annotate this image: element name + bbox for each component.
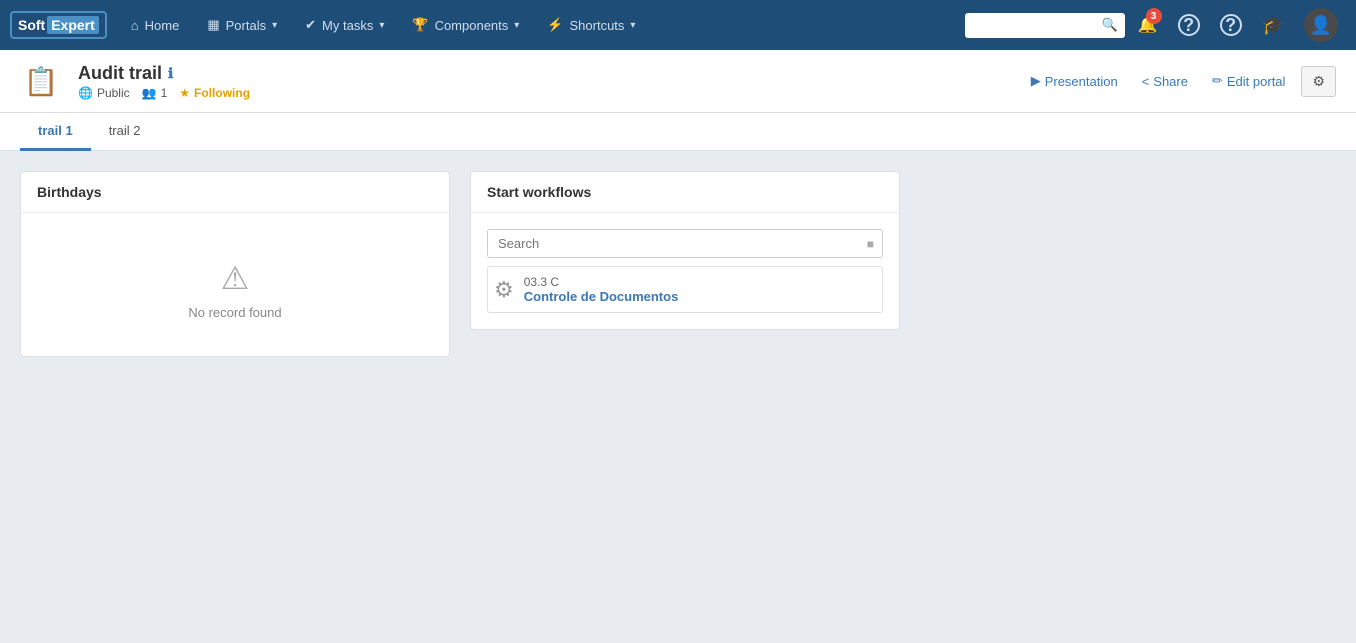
info-button[interactable]: ?: [1212, 0, 1250, 50]
birthdays-widget: Birthdays ⚠ No record found: [20, 171, 450, 357]
workflow-name: Controle de Documentos: [524, 289, 679, 304]
nav-portals-label: Portals: [226, 18, 266, 33]
visibility-label: Public: [97, 86, 130, 100]
logo-soft: Soft: [18, 17, 45, 33]
birthdays-widget-body: ⚠ No record found: [21, 213, 449, 356]
nav-mytasks-label: My tasks: [322, 18, 373, 33]
workflows-widget: Start workflows ■ ⚙ 03.3 C Controle de D…: [470, 171, 900, 330]
gear-icon: ⚙: [1312, 73, 1325, 89]
star-icon: ★: [179, 86, 190, 100]
notification-badge: 3: [1146, 8, 1162, 24]
logo[interactable]: Soft Expert: [10, 11, 107, 39]
search-container[interactable]: 🔍: [957, 0, 1125, 50]
followers-count: 1: [161, 86, 168, 100]
followers-icon: 👥: [142, 86, 157, 100]
share-button[interactable]: < Share: [1134, 70, 1196, 93]
workflow-info: 03.3 C Controle de Documentos: [524, 275, 679, 304]
graduation-icon: 🎓: [1262, 15, 1284, 36]
workflows-title: Start workflows: [487, 184, 591, 200]
audit-trail-icon: 📋: [24, 65, 59, 98]
chevron-down-icon: ▾: [272, 20, 277, 31]
workflow-code: 03.3 C: [524, 275, 679, 289]
search-icon: 🔍: [1101, 17, 1117, 33]
nav-components-label: Components: [435, 18, 509, 33]
workflow-search-bar[interactable]: ■: [487, 229, 883, 258]
followers-item[interactable]: 👥 1: [142, 86, 168, 100]
notifications-button[interactable]: 🔔 3: [1130, 0, 1166, 50]
trophy-icon: 🏆: [412, 17, 428, 33]
nav-components[interactable]: 🏆 Components ▾: [400, 0, 531, 50]
workflows-widget-body: ■ ⚙ 03.3 C Controle de Documentos: [471, 213, 899, 329]
edit-portal-label: Edit portal: [1227, 74, 1286, 89]
tab-trail-1[interactable]: trail 1: [20, 113, 91, 151]
birthdays-title: Birthdays: [37, 184, 102, 200]
tabs-bar: trail 1 trail 2: [0, 113, 1356, 151]
bolt-icon: ⚡: [547, 17, 563, 33]
settings-button[interactable]: ⚙: [1301, 66, 1336, 97]
tab-trail-2-label: trail 2: [109, 123, 141, 138]
visibility-item: 🌐 Public: [78, 86, 130, 100]
nav-mytasks[interactable]: ✔ My tasks ▾: [293, 0, 396, 50]
nav-shortcuts[interactable]: ⚡ Shortcuts ▾: [535, 0, 647, 50]
logo-expert: Expert: [47, 16, 99, 34]
workflow-item[interactable]: ⚙ 03.3 C Controle de Documentos: [487, 266, 883, 313]
pencil-icon: ✏: [1212, 73, 1223, 89]
presentation-icon: ▶: [1031, 73, 1041, 89]
no-record-text: No record found: [188, 305, 281, 320]
workflow-search-input[interactable]: [488, 230, 859, 257]
header-title: Audit trail ℹ: [78, 63, 250, 84]
globe-icon: 🌐: [78, 86, 93, 100]
chevron-down-icon2: ▾: [379, 20, 384, 31]
nav-portals[interactable]: ▦ Portals ▾: [195, 0, 289, 50]
workflow-search-icon: ■: [859, 237, 882, 251]
check-icon: ✔: [305, 17, 316, 33]
avatar: 👤: [1304, 8, 1338, 42]
birthdays-widget-header: Birthdays: [21, 172, 449, 213]
workflows-widget-header: Start workflows: [471, 172, 899, 213]
no-record-container: ⚠ No record found: [37, 229, 433, 340]
chevron-down-icon3: ▾: [514, 20, 519, 31]
tab-trail-1-label: trail 1: [38, 123, 73, 138]
header-meta: 🌐 Public 👥 1 ★ Following: [78, 86, 250, 100]
page-icon: 📋: [20, 60, 62, 102]
home-icon: ⌂: [131, 18, 139, 33]
share-icon: <: [1142, 74, 1150, 89]
user-avatar-button[interactable]: 👤: [1296, 0, 1346, 50]
header-bar: 📋 Audit trail ℹ 🌐 Public 👥 1 ★ Following: [0, 50, 1356, 113]
share-label: Share: [1153, 74, 1188, 89]
workflow-gear-icon: ⚙: [494, 277, 514, 303]
info-circle-icon[interactable]: ℹ: [168, 65, 173, 82]
following-item[interactable]: ★ Following: [179, 86, 250, 100]
header-title-block: Audit trail ℹ 🌐 Public 👥 1 ★ Following: [78, 63, 250, 100]
presentation-label: Presentation: [1045, 74, 1118, 89]
edit-portal-button[interactable]: ✏ Edit portal: [1204, 69, 1293, 93]
nav-home[interactable]: ⌂ Home: [119, 0, 192, 50]
tab-trail-2[interactable]: trail 2: [91, 113, 159, 151]
chevron-down-icon4: ▾: [630, 20, 635, 31]
graduation-button[interactable]: 🎓: [1254, 0, 1292, 50]
presentation-button[interactable]: ▶ Presentation: [1023, 69, 1126, 93]
header-actions: ▶ Presentation < Share ✏ Edit portal ⚙: [1023, 66, 1336, 97]
page-title-text: Audit trail: [78, 63, 162, 84]
help-circle-icon: ?: [1178, 14, 1200, 36]
navbar: Soft Expert ⌂ Home ▦ Portals ▾ ✔ My task…: [0, 0, 1356, 50]
following-label: Following: [194, 86, 250, 100]
help-button[interactable]: ?: [1170, 0, 1208, 50]
nav-shortcuts-label: Shortcuts: [570, 18, 625, 33]
portals-icon: ▦: [207, 17, 219, 33]
warning-triangle-icon: ⚠: [221, 259, 250, 297]
info-icon: ?: [1220, 14, 1242, 36]
header-left: 📋 Audit trail ℹ 🌐 Public 👥 1 ★ Following: [20, 60, 250, 102]
main-content: Birthdays ⚠ No record found Start workfl…: [0, 151, 1356, 377]
nav-home-label: Home: [145, 18, 180, 33]
